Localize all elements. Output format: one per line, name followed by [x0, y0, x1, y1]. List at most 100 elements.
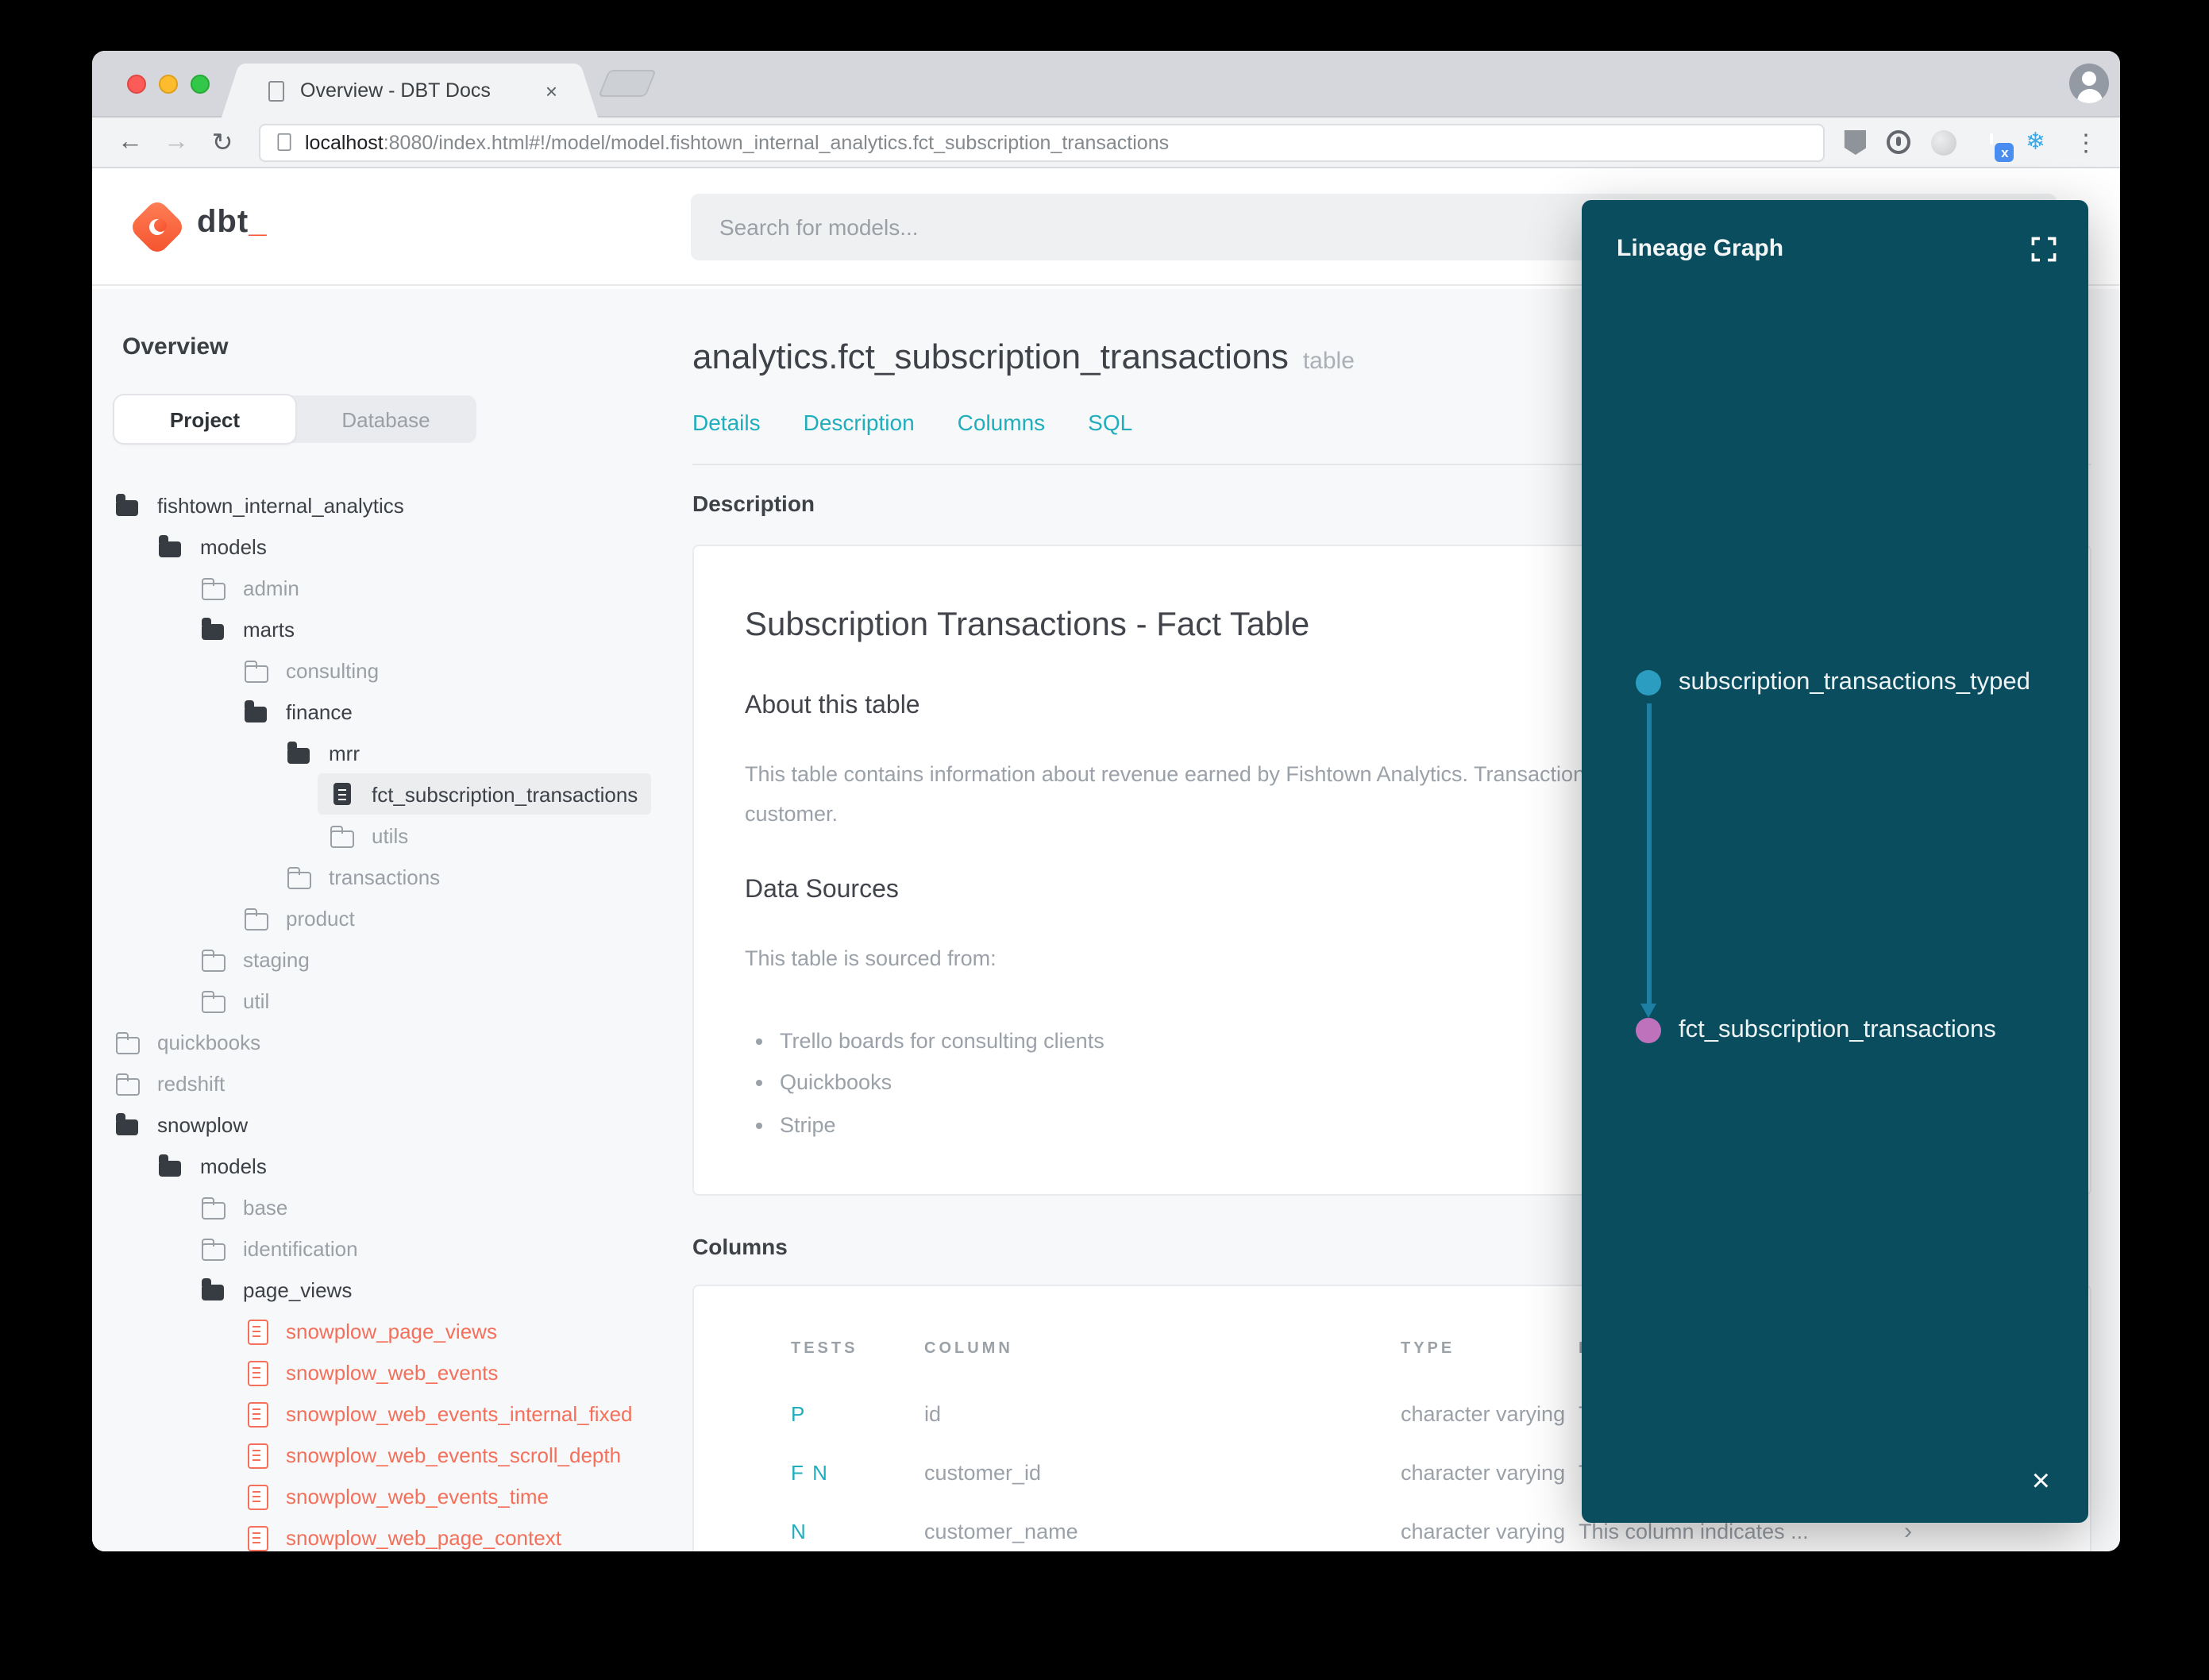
extension-circle-icon[interactable] [1931, 129, 1957, 155]
sidebar: Overview Project Database fishtown_inter… [92, 289, 692, 1551]
lineage-edge-arrow [1641, 703, 1655, 1018]
tests-cell: P [791, 1401, 807, 1426]
url-host: localhost [305, 131, 384, 153]
tree-item[interactable]: admin [114, 567, 692, 608]
tree-item[interactable]: utils [114, 815, 692, 856]
lineage-node-upstream[interactable]: subscription_transactions_typed [1636, 669, 2030, 697]
zoom-window-button[interactable] [191, 75, 210, 94]
folder-open-icon [200, 616, 226, 642]
ublock-shield-icon[interactable] [1844, 129, 1867, 155]
browser-tab[interactable]: Overview - DBT Docs × [243, 64, 576, 118]
tree-item[interactable]: marts [114, 608, 692, 649]
back-icon[interactable]: ← [114, 128, 146, 156]
folder-icon [200, 988, 226, 1013]
column-cell: id [924, 1401, 942, 1426]
file-icon [243, 1401, 268, 1428]
browser-menu-icon[interactable]: ⋮ [2074, 128, 2098, 156]
tree-item[interactable]: models [114, 526, 692, 567]
file-icon [243, 1524, 268, 1551]
brand-text: dbt_ [197, 205, 268, 240]
folder-icon [200, 1194, 226, 1220]
url-path: :8080/index.html#!/model/model.fishtown_… [383, 131, 1170, 153]
file-icon [243, 1442, 268, 1469]
folder-open-icon [200, 1277, 226, 1302]
sidebar-title: Overview [122, 333, 229, 360]
folder-icon [200, 946, 226, 972]
header-type: TYPE [1401, 1340, 1455, 1358]
tree-item[interactable]: models [114, 1145, 692, 1186]
lineage-header: Lineage Graph [1582, 200, 2088, 262]
minimize-window-button[interactable] [159, 75, 178, 94]
tree-item[interactable]: snowplow [114, 1104, 692, 1145]
folder-icon [200, 575, 226, 600]
window-controls [127, 75, 210, 94]
page-favicon [268, 80, 284, 101]
type-cell: character varying [1401, 1401, 1566, 1426]
tree-item[interactable]: finance [114, 691, 692, 732]
tree-item-error[interactable]: snowplow_web_events_internal_fixed [114, 1393, 692, 1434]
page-icon [277, 133, 291, 152]
tree-item[interactable]: identification [114, 1227, 692, 1269]
tab-project[interactable]: Project [114, 395, 295, 443]
tree-item[interactable]: product [114, 897, 692, 938]
node-dot-icon [1636, 670, 1661, 696]
dbt-logo-icon[interactable] [128, 198, 187, 256]
tree-item-error[interactable]: snowplow_page_views [114, 1310, 692, 1351]
file-icon [329, 781, 354, 807]
tree-item-error[interactable]: snowplow_web_events_time [114, 1475, 692, 1516]
tree-item[interactable]: quickbooks [114, 1021, 692, 1062]
lineage-graph-panel: Lineage Graph subscription_transactions_… [1582, 200, 2088, 1523]
password-manager-icon[interactable] [1887, 130, 1911, 154]
tab-columns[interactable]: Columns [958, 410, 1046, 435]
tree-item[interactable]: fishtown_internal_analytics [114, 484, 692, 526]
tree-item[interactable]: consulting [114, 649, 692, 691]
tab-details[interactable]: Details [692, 410, 761, 435]
tree-item-error[interactable]: snowplow_web_events_scroll_depth [114, 1434, 692, 1475]
folder-icon [329, 823, 354, 848]
power-extension-icon[interactable]: x [1978, 129, 2014, 162]
folder-icon [114, 1029, 140, 1054]
tree-item-error[interactable]: snowplow_web_events [114, 1351, 692, 1393]
browser-toolbar: ← → ↻ localhost :8080/index.html#!/model… [92, 118, 2120, 168]
tree-item-error[interactable]: snowplow_web_page_context [114, 1516, 692, 1551]
tree-item[interactable]: transactions [114, 856, 692, 897]
file-icon [243, 1359, 268, 1386]
tests-cell: N [791, 1519, 808, 1543]
type-cell: character varying [1401, 1519, 1566, 1543]
file-icon [243, 1318, 268, 1345]
snowflake-icon[interactable]: ❄ [2026, 130, 2045, 154]
tree-item[interactable]: redshift [114, 1062, 692, 1104]
extension-icons: x ❄ ⋮ [1844, 128, 2098, 162]
tab-database[interactable]: Database [295, 395, 476, 443]
folder-open-icon [286, 740, 311, 765]
browser-tab-strip: Overview - DBT Docs × [92, 51, 2120, 118]
source-toggle: Project Database [114, 395, 476, 443]
browser-window: Overview - DBT Docs × ← → ↻ localhost :8… [92, 51, 2120, 1551]
tree-item[interactable]: base [114, 1186, 692, 1227]
folder-open-icon [114, 1112, 140, 1137]
refresh-icon[interactable]: ↻ [206, 126, 238, 158]
close-window-button[interactable] [127, 75, 146, 94]
tree-item[interactable]: staging [114, 938, 692, 980]
forward-icon[interactable]: → [160, 128, 192, 156]
folder-icon [286, 864, 311, 889]
tab-description[interactable]: Description [804, 410, 915, 435]
expand-fullscreen-icon[interactable] [2031, 236, 2057, 261]
tree-item[interactable]: util [114, 980, 692, 1021]
tab-close-icon[interactable]: × [546, 79, 557, 102]
tree-item[interactable]: mrr [114, 732, 692, 773]
tree-item[interactable]: page_views [114, 1269, 692, 1310]
profile-avatar-icon[interactable] [2069, 64, 2109, 103]
tab-sql[interactable]: SQL [1088, 410, 1132, 435]
tree-item-selected[interactable]: fct_subscription_transactions [318, 773, 651, 815]
file-icon [243, 1483, 268, 1510]
new-tab-button[interactable] [598, 70, 657, 97]
close-icon[interactable]: × [2032, 1464, 2050, 1501]
lineage-title: Lineage Graph [1617, 235, 1784, 262]
address-bar[interactable]: localhost :8080/index.html#!/model/model… [259, 123, 1825, 161]
folder-open-icon [243, 699, 268, 724]
folder-open-icon [114, 492, 140, 518]
brand-underscore: _ [249, 205, 268, 240]
lineage-node-current[interactable]: fct_subscription_transactions [1636, 1016, 1996, 1045]
column-cell: customer_name [924, 1519, 1078, 1543]
